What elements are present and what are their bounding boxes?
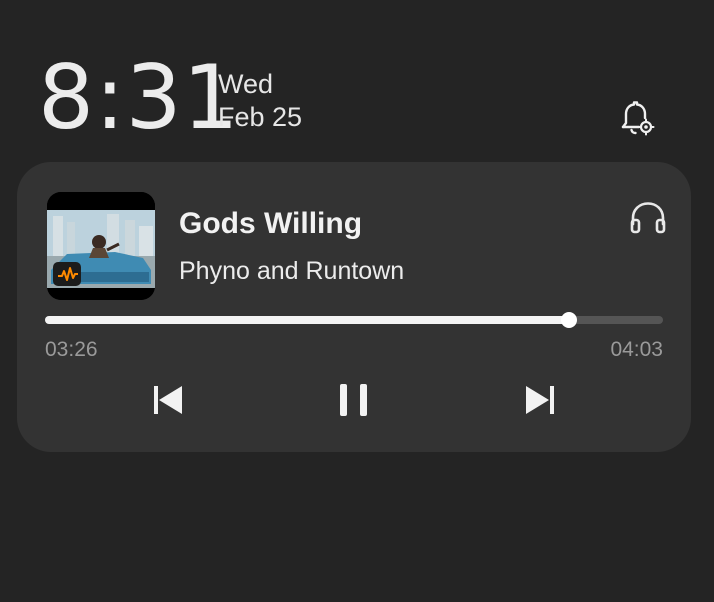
elapsed-time: 03:26 [45, 338, 98, 361]
pause-icon [340, 384, 367, 416]
date-block: Wed Feb 25 [218, 68, 302, 134]
media-player-card[interactable]: Gods Willing Phyno and Runtown 03:26 04:… [17, 162, 691, 452]
next-button[interactable] [518, 378, 562, 422]
progress-bar[interactable] [45, 312, 663, 328]
previous-icon [154, 386, 182, 414]
previous-button[interactable] [146, 378, 190, 422]
track-title: Gods Willing [179, 207, 363, 240]
pause-button[interactable] [332, 378, 376, 422]
clock-day: Wed [218, 69, 274, 99]
clock-time: 8:31 [38, 46, 240, 149]
clock-date: Feb 25 [218, 102, 303, 132]
headphones-icon[interactable] [629, 200, 667, 236]
progress-fill [45, 316, 570, 324]
notification-settings-icon[interactable] [614, 96, 658, 140]
next-icon [526, 386, 554, 414]
album-art[interactable] [47, 192, 155, 300]
total-time: 04:03 [610, 338, 663, 361]
progress-thumb[interactable] [561, 312, 578, 328]
track-artist: Phyno and Runtown [179, 257, 405, 285]
